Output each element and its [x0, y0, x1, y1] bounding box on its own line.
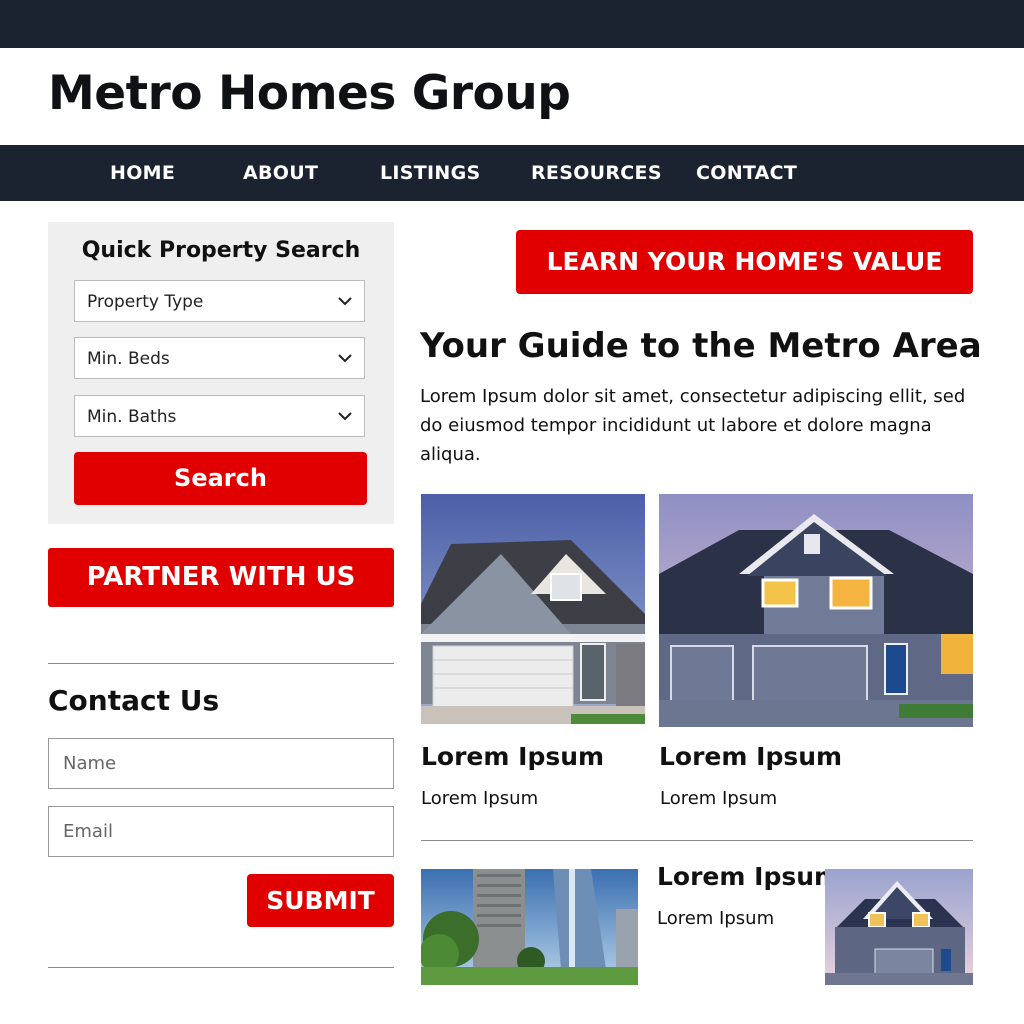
house-photo[interactable] [825, 869, 973, 985]
search-button[interactable]: Search [74, 452, 367, 505]
city-illustration [421, 869, 638, 985]
card-title[interactable]: Lorem Ipsum [421, 742, 604, 771]
site-title[interactable]: Metro Homes Group [48, 66, 571, 121]
house-illustration [421, 494, 645, 724]
city-photo[interactable] [421, 869, 638, 985]
contact-title: Contact Us [48, 684, 220, 717]
chevron-down-icon [338, 297, 352, 306]
divider [48, 967, 394, 968]
guide-title: Your Guide to the Metro Area [420, 326, 982, 366]
min-beds-select[interactable]: Min. Beds [74, 337, 365, 379]
property-type-label: Property Type [87, 292, 204, 312]
chevron-down-icon [338, 354, 352, 363]
quick-search-title: Quick Property Search [81, 238, 361, 263]
divider [421, 840, 973, 841]
submit-button[interactable]: SUBMIT [247, 874, 394, 927]
nav-contact[interactable]: CONTACT [696, 145, 797, 201]
main-nav: HOME ABOUT LISTINGS RESOURCES CONTACT [0, 145, 1024, 201]
house-photo[interactable] [659, 494, 973, 727]
card-title[interactable]: Lorem Ipsum [659, 742, 842, 771]
top-bar [0, 0, 1024, 48]
feature-subtitle: Lorem Ipsum [657, 908, 775, 929]
property-type-select[interactable]: Property Type [74, 280, 365, 322]
home-value-button[interactable]: LEARN YOUR HOME'S VALUE [516, 230, 973, 294]
card-subtitle: Lorem Ipsum [660, 788, 778, 809]
nav-home[interactable]: HOME [110, 145, 175, 201]
divider [48, 663, 394, 664]
house-illustration [659, 494, 973, 727]
guide-intro: Lorem Ipsum dolor sit amet, consectetur … [420, 386, 966, 465]
card-subtitle: Lorem Ipsum [421, 788, 539, 809]
name-field[interactable] [48, 738, 394, 789]
min-baths-select[interactable]: Min. Baths [74, 395, 365, 437]
nav-listings[interactable]: LISTINGS [380, 145, 480, 201]
min-beds-label: Min. Beds [87, 349, 170, 369]
name-input[interactable] [49, 739, 393, 788]
quick-search-panel: Quick Property Search Property Type Min.… [48, 222, 394, 524]
chevron-down-icon [338, 412, 352, 421]
feature-title[interactable]: Lorem Ipsum [657, 862, 840, 891]
partner-button[interactable]: PARTNER WITH US [48, 548, 394, 607]
email-input[interactable] [49, 807, 393, 856]
nav-resources[interactable]: RESOURCES [531, 145, 662, 201]
min-baths-label: Min. Baths [87, 407, 177, 427]
house-illustration [825, 869, 973, 985]
house-photo[interactable] [421, 494, 645, 724]
nav-about[interactable]: ABOUT [243, 145, 318, 201]
email-field[interactable] [48, 806, 394, 857]
